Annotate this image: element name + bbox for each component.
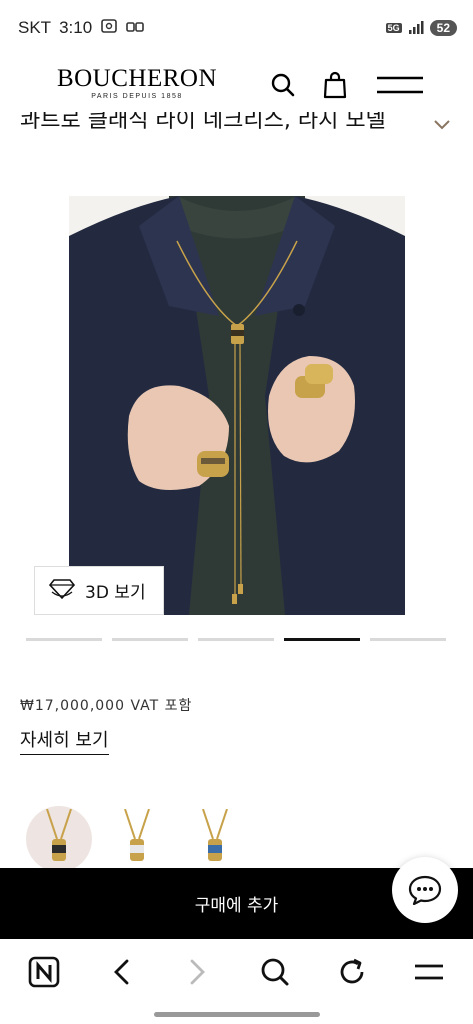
search-icon[interactable] — [268, 70, 298, 100]
variant-blue[interactable] — [182, 806, 248, 872]
carousel-dot[interactable] — [370, 638, 446, 641]
boucheron-logo[interactable]: BOUCHERON PARIS DEPUIS 1858 — [52, 65, 222, 101]
carousel-dot[interactable] — [26, 638, 102, 641]
browser-nav-bar — [0, 939, 473, 1005]
carousel-indicators — [26, 638, 446, 641]
view-3d-button[interactable]: 3D 보기 — [34, 566, 164, 615]
product-photo — [69, 196, 405, 615]
details-link[interactable]: 자세히 보기 — [20, 726, 109, 755]
home-indicator[interactable] — [154, 1012, 320, 1017]
menu-icon[interactable] — [376, 70, 424, 100]
logo-wordmark: BOUCHERON — [56, 65, 218, 92]
carrier-label: SKT — [18, 18, 52, 37]
carousel-dot[interactable] — [112, 638, 188, 641]
signal-icon — [408, 20, 424, 37]
product-title-area: 콰트로 클래식 라이 네크리스, 라지 모델 — [0, 112, 473, 174]
add-to-cart-label: 구매에 추가 — [194, 896, 279, 916]
carousel-dot-active[interactable] — [284, 638, 360, 641]
screenshot-icon — [100, 18, 118, 39]
chat-button[interactable] — [392, 857, 458, 923]
link-icon — [126, 18, 144, 38]
naver-home-icon[interactable] — [24, 952, 64, 992]
menu-icon[interactable] — [409, 952, 449, 992]
diamond-3d-icon — [48, 576, 76, 605]
back-icon[interactable] — [101, 952, 141, 992]
battery-badge: 52 — [429, 20, 457, 36]
variant-selector — [26, 806, 248, 872]
time-label: 3:10 — [59, 18, 93, 37]
network-label: 5G — [385, 23, 402, 33]
chevron-down-icon[interactable] — [433, 116, 451, 135]
site-header: BOUCHERON PARIS DEPUIS 1858 — [0, 56, 473, 112]
refresh-icon[interactable] — [332, 952, 372, 992]
variant-white[interactable] — [104, 806, 170, 872]
logo-tagline: PARIS DEPUIS 1858 — [91, 93, 183, 100]
variant-classic[interactable] — [26, 806, 92, 872]
carousel-dot[interactable] — [198, 638, 274, 641]
view-3d-label: 3D 보기 — [85, 583, 146, 603]
status-right: 5G 52 — [385, 20, 457, 37]
product-title: 콰트로 클래식 라이 네크리스, 라지 모델 — [20, 112, 386, 133]
forward-icon[interactable] — [178, 952, 218, 992]
status-bar: SKT 3:10 5G 52 — [0, 0, 473, 56]
product-price: ₩17,000,000 VAT 포함 — [20, 698, 193, 714]
chat-bubble-icon — [408, 875, 442, 905]
product-image[interactable] — [69, 196, 405, 615]
shopping-bag-icon[interactable] — [320, 70, 350, 100]
search-icon[interactable] — [255, 952, 295, 992]
status-left: SKT 3:10 — [18, 18, 144, 39]
